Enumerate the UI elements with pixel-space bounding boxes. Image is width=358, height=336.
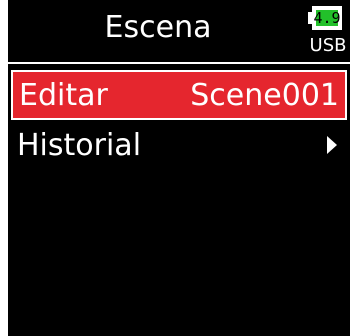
header-bar: Escena 4.9 USB — [8, 0, 350, 64]
chevron-right-icon — [327, 136, 337, 154]
battery-voltage: 4.9 — [313, 9, 341, 27]
menu-item-label: Historial — [17, 127, 142, 163]
battery-body: 4.9 — [312, 6, 342, 30]
menu-item-label: Editar — [19, 77, 108, 113]
power-source-label: USB — [309, 35, 347, 56]
menu-item-historial[interactable]: Historial — [11, 120, 347, 170]
menu-item-value: Scene001 — [190, 77, 339, 113]
page-title: Escena — [104, 10, 212, 45]
device-screen: Escena 4.9 USB Editar Scene001 Historial — [8, 0, 350, 336]
menu-item-editar[interactable]: Editar Scene001 — [11, 70, 347, 120]
battery-icon: 4.9 — [308, 6, 344, 30]
